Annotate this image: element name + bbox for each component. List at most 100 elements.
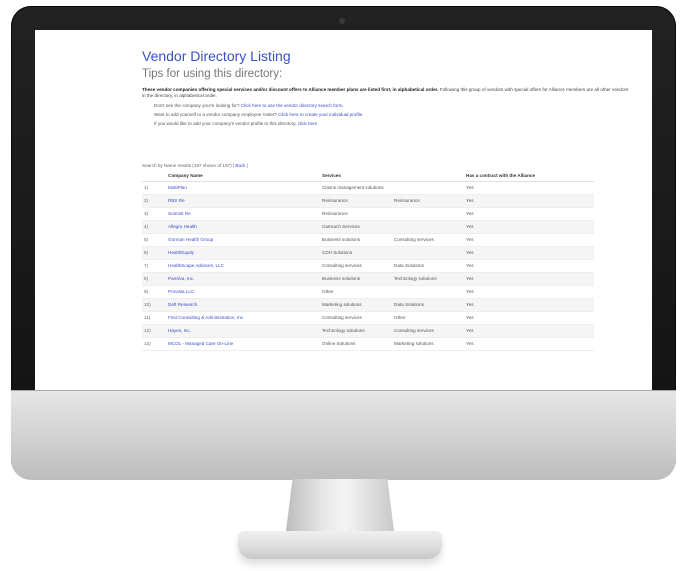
table-row: 7) HealthScape Advisors, LLC Consulting se…: [142, 259, 594, 273]
contract-status: Yes: [466, 263, 474, 268]
row-number: 1): [144, 185, 149, 190]
cell-svc1: Other: [320, 285, 392, 299]
cell-num: 2): [142, 194, 166, 208]
cell-name: Hayes, Inc.: [166, 324, 320, 338]
page-title: Vendor Directory Listing: [142, 48, 291, 64]
cell-name: RBS Re: [166, 194, 320, 208]
cell-svc1: Business solutions: [320, 272, 392, 286]
results-count-text: Search by Name results (197 shown of 197…: [142, 163, 236, 168]
company-name-link[interactable]: Deft Research: [168, 302, 197, 307]
company-name-link[interactable]: Summit Re: [168, 211, 191, 216]
cell-svc1: Business solutions: [320, 233, 392, 247]
results-summary: Search by Name results (197 shown of 197…: [142, 163, 642, 168]
cell-contract: Yes: [464, 298, 594, 312]
cell-name: Provista LLC: [166, 285, 320, 299]
cell-name: MCOL - Managed Care On-Line: [166, 337, 320, 351]
row-number: 7): [144, 263, 149, 268]
cell-svc2: [392, 220, 464, 234]
vendor-table-body: 1) MultiPlan Claims management solutions Ye…: [142, 181, 594, 351]
company-name-link[interactable]: Provista LLC: [168, 289, 194, 294]
contract-status: Yes: [466, 341, 474, 346]
cell-name: Summit Re: [166, 207, 320, 221]
cell-svc1: Technology solutions: [320, 324, 392, 338]
service-primary: Reinsurance: [322, 198, 348, 203]
cell-contract: Yes: [464, 207, 594, 221]
row-number: 3): [144, 211, 149, 216]
cell-svc1: Reinsurance: [320, 207, 392, 221]
service-primary: Business solutions: [322, 237, 361, 242]
contract-status: Yes: [466, 224, 474, 229]
company-name-link[interactable]: First Consulting & Administration, Inc.: [168, 315, 244, 320]
row-number: 12): [144, 328, 151, 333]
cell-svc2: Other: [392, 311, 464, 325]
cell-name: Pamilva, Inc.: [166, 272, 320, 286]
cell-name: Allegra Health: [166, 220, 320, 234]
cell-num: 6): [142, 246, 166, 260]
cell-svc2: Consulting services: [392, 233, 464, 247]
cell-svc1: Consulting services: [320, 259, 392, 273]
company-name-link[interactable]: HealthScape Advisors, LLC: [168, 263, 224, 268]
company-name-link[interactable]: HealthEquity: [168, 250, 194, 255]
tip-link[interactable]: click here: [298, 121, 317, 126]
monitor-frame: Vendor Directory Listing Tips for using …: [11, 6, 676, 480]
cell-svc2: Marketing solutions: [392, 337, 464, 351]
cell-svc2: [392, 207, 464, 221]
contract-status: Yes: [466, 237, 474, 242]
table-row: 4) Allegra Health Outreach Services Yes: [142, 220, 594, 234]
cell-svc2: Data Solutions: [392, 298, 464, 312]
table-header-row: Company Name Services Has a contract wit…: [142, 170, 594, 182]
page-subtitle: Tips for using this directory:: [142, 68, 283, 80]
tips-list: Don't see the company you're looking for…: [142, 103, 642, 127]
table-row: 10) Deft Research Marketing solutions Data …: [142, 298, 594, 312]
intro-bold-text: These vendor companies offering special …: [142, 87, 439, 92]
table-row: 8) Pamilva, Inc. Business solutions Technol…: [142, 272, 594, 286]
cell-svc2: Data Solutions: [392, 259, 464, 273]
company-name-link[interactable]: Gorman Health Group: [168, 237, 213, 242]
tip-item: Want to add yourself to a vendor company…: [154, 112, 642, 118]
cell-name: HealthScape Advisors, LLC: [166, 259, 320, 273]
service-primary: Consulting services: [322, 315, 362, 320]
company-name-link[interactable]: MultiPlan: [168, 185, 187, 190]
cell-contract: Yes: [464, 194, 594, 208]
contract-status: Yes: [466, 289, 474, 294]
contract-status: Yes: [466, 302, 474, 307]
intro-paragraph: These vendor companies offering special …: [142, 87, 632, 99]
row-number: 5): [144, 237, 149, 242]
contract-status: Yes: [466, 276, 474, 281]
monitor-stand-neck: [286, 479, 394, 531]
table-row: 6) HealthEquity CDH Solutions Yes: [142, 246, 594, 260]
tip-item: Don't see the company you're looking for…: [154, 103, 642, 109]
cell-svc1: Online Solutions: [320, 337, 392, 351]
service-secondary: Reinsurance: [394, 198, 420, 203]
service-primary: Technology solutions: [322, 328, 365, 333]
table-row: 5) Gorman Health Group Business solutions C…: [142, 233, 594, 247]
monitor-chin: [11, 390, 676, 480]
back-link[interactable]: Back: [235, 163, 245, 168]
cell-contract: Yes: [464, 324, 594, 338]
cell-num: 13): [142, 337, 166, 351]
service-primary: Other: [322, 289, 334, 294]
row-number: 10): [144, 302, 151, 307]
service-secondary: Other: [394, 315, 406, 320]
company-name-link[interactable]: RBS Re: [168, 198, 185, 203]
table-row: 13) MCOL - Managed Care On-Line Online Sol…: [142, 337, 594, 351]
company-name-link[interactable]: MCOL - Managed Care On-Line: [168, 341, 233, 346]
cell-name: Gorman Health Group: [166, 233, 320, 247]
company-name-link[interactable]: Pamilva, Inc.: [168, 276, 194, 281]
cell-num: 9): [142, 285, 166, 299]
service-primary: Consulting services: [322, 263, 362, 268]
cell-name: HealthEquity: [166, 246, 320, 260]
company-name-link[interactable]: Hayes, Inc.: [168, 328, 191, 333]
company-name-link[interactable]: Allegra Health: [168, 224, 197, 229]
cell-contract: Yes: [464, 259, 594, 273]
tip-link[interactable]: Click here to use the vendor directory s…: [241, 103, 344, 108]
service-primary: CDH Solutions: [322, 250, 353, 255]
service-primary: Outreach Services: [322, 224, 360, 229]
table-row: 3) Summit Re Reinsurance Yes: [142, 207, 594, 221]
tip-link[interactable]: Click here to create your individual pro…: [278, 112, 363, 117]
table-row: 11) First Consulting & Administration, In…: [142, 311, 594, 325]
table-row: 1) MultiPlan Claims management solutions Ye…: [142, 181, 594, 195]
cell-contract: Yes: [464, 311, 594, 325]
service-secondary: Data Solutions: [394, 302, 424, 307]
contract-status: Yes: [466, 328, 474, 333]
